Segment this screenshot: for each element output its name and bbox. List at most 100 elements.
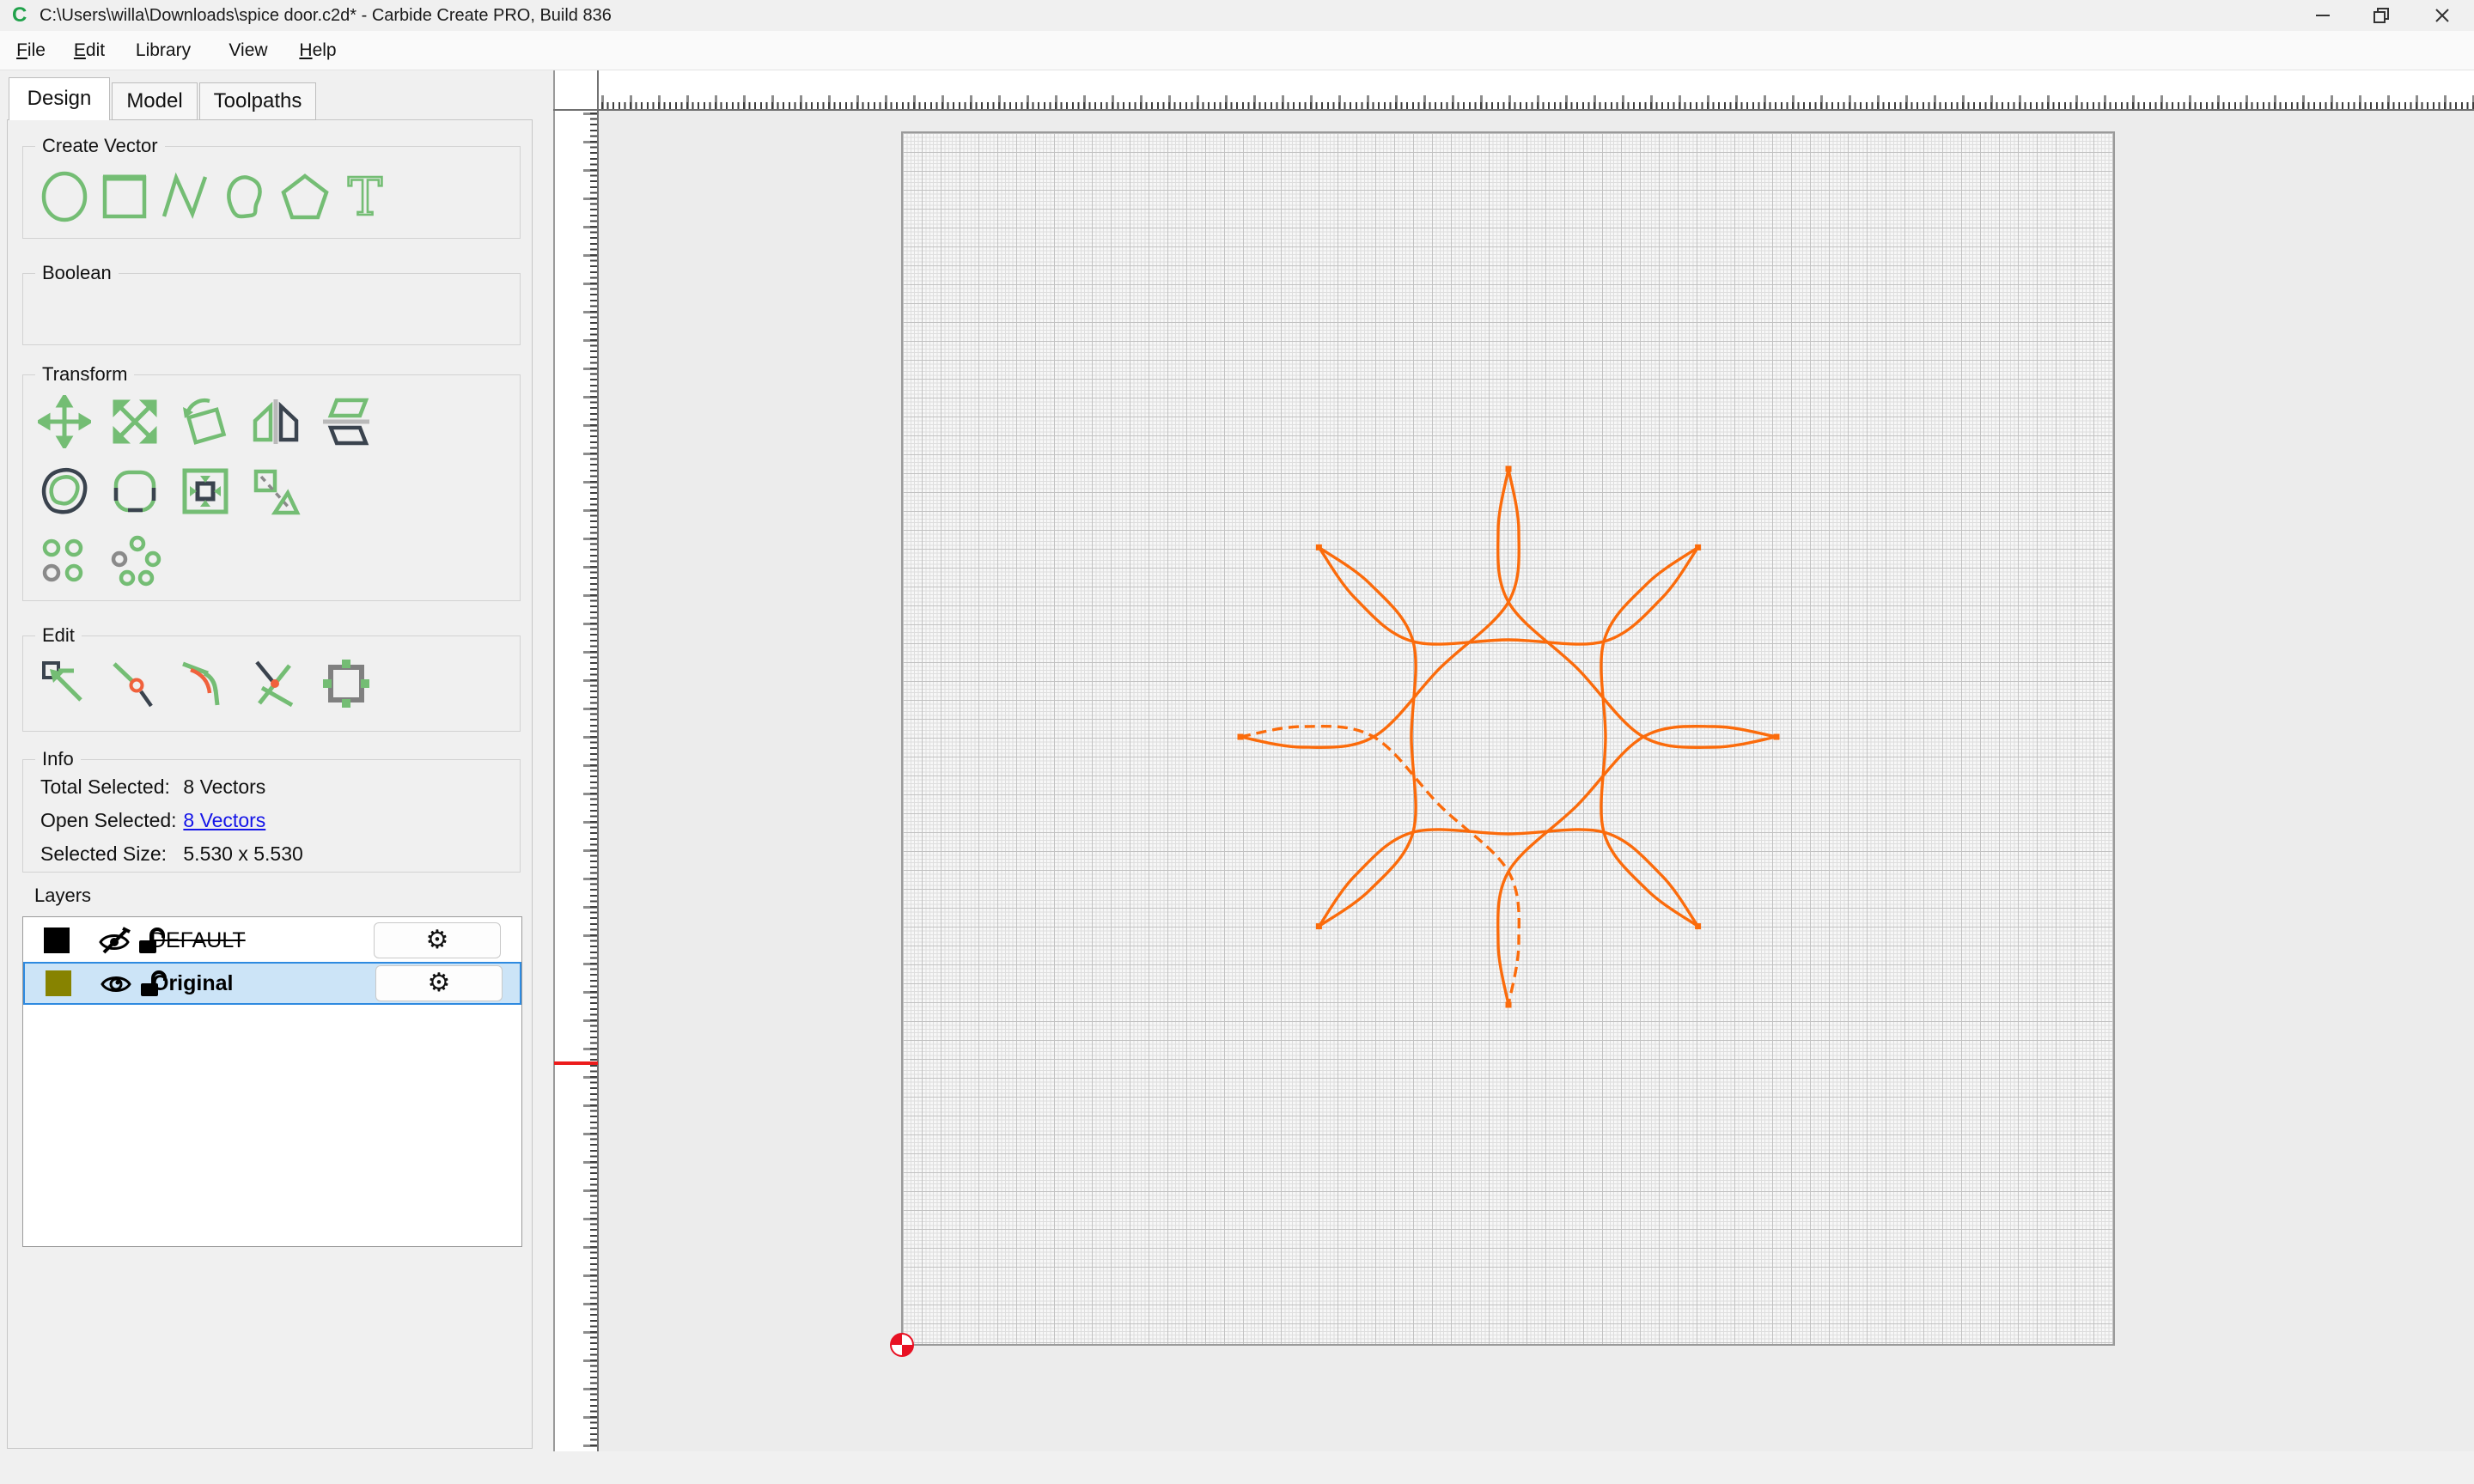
flip-vertical-tool-button[interactable]: [318, 393, 375, 450]
fillet-tool-button[interactable]: [107, 463, 163, 520]
edit-nodes-icon: [38, 657, 91, 710]
layer-row-default[interactable]: DEFAULT ⚙: [23, 919, 521, 962]
layer-list: DEFAULT ⚙ Original ⚙: [22, 916, 522, 1247]
layer-default-settings-button[interactable]: ⚙: [374, 922, 501, 958]
circle-icon: [38, 170, 91, 223]
design-drawing[interactable]: [599, 111, 2474, 1451]
selected-vector[interactable]: [1240, 469, 1519, 747]
rotate-icon: [179, 395, 232, 448]
circle-tool-button[interactable]: [36, 168, 93, 225]
layers-title: Layers: [34, 885, 91, 907]
vector-node[interactable]: [1774, 734, 1780, 740]
mirror-icon: [249, 395, 302, 448]
transform-tools-row2: [36, 463, 304, 520]
menu-view[interactable]: View: [227, 31, 270, 70]
rotate-tool-button[interactable]: [177, 393, 234, 450]
selected-vector[interactable]: [1319, 830, 1697, 927]
offset-tool-button[interactable]: [36, 463, 93, 520]
linear-array-tool-button[interactable]: [36, 532, 93, 588]
scale-inward-tool-button[interactable]: [177, 463, 234, 520]
selected-vector[interactable]: [1319, 547, 1697, 644]
layer-name-original[interactable]: Original: [152, 964, 233, 1003]
join-vectors-icon: [249, 657, 302, 710]
menu-bar: File Edit Library View Help: [0, 31, 2474, 70]
layer-original-settings-button[interactable]: ⚙: [375, 965, 503, 1001]
eye-off-icon[interactable]: [97, 927, 131, 954]
tab-model[interactable]: Model: [112, 82, 198, 120]
transform-tools-row3: [36, 532, 163, 588]
fillet-corner-tool-button[interactable]: [177, 655, 234, 712]
scale-tool-button[interactable]: [107, 393, 163, 450]
group-title-info: Info: [35, 748, 81, 770]
create-vector-tools: T: [36, 168, 393, 225]
project-tool-button[interactable]: [247, 463, 304, 520]
rectangle-tool-button[interactable]: [96, 168, 153, 225]
ruler-position-marker: [554, 1061, 598, 1065]
ruler-border-line: [553, 70, 555, 1451]
text-icon: T: [338, 170, 392, 223]
layer-color-swatch[interactable]: [44, 928, 70, 953]
group-info: Info Total Selected: 8 Vectors Open Sele…: [22, 759, 521, 873]
info-selected-size: Selected Size: 5.530 x 5.530: [40, 841, 303, 867]
layer-row-original[interactable]: Original ⚙: [23, 962, 521, 1005]
project-icon: [249, 465, 302, 518]
selected-vector[interactable]: [1319, 547, 1416, 926]
vector-node[interactable]: [1316, 544, 1322, 550]
gear-icon: ⚙: [428, 970, 451, 996]
menu-help[interactable]: Help: [297, 31, 338, 70]
move-tool-button[interactable]: [36, 393, 93, 450]
vector-node[interactable]: [1316, 923, 1322, 929]
vector-node[interactable]: [1506, 1002, 1512, 1008]
curve-icon: [218, 170, 271, 223]
resize-handles-tool-button[interactable]: [318, 655, 375, 712]
vector-node[interactable]: [1238, 734, 1244, 740]
info-open-selected-link[interactable]: 8 Vectors: [183, 809, 265, 831]
edit-nodes-tool-button[interactable]: [36, 655, 93, 712]
vector-node[interactable]: [1695, 544, 1701, 550]
selected-vector[interactable]: [1498, 727, 1776, 1005]
info-total-selected-value: 8 Vectors: [183, 775, 265, 798]
move-icon: [38, 395, 91, 448]
selected-vector[interactable]: [1498, 469, 1776, 747]
info-total-selected-label: Total Selected:: [40, 774, 178, 800]
origin-marker[interactable]: [891, 1334, 913, 1356]
minimize-button[interactable]: [2294, 0, 2351, 31]
text-tool-button[interactable]: T: [337, 168, 393, 225]
selected-vector[interactable]: [1601, 547, 1698, 926]
info-total-selected: Total Selected: 8 Vectors: [40, 774, 265, 800]
cut-vector-icon: [108, 657, 161, 710]
curve-tool-button[interactable]: [216, 168, 273, 225]
transform-tools-row1: [36, 393, 375, 450]
close-icon: [2434, 7, 2451, 24]
vector-node[interactable]: [1695, 923, 1701, 929]
window-title: C:\Users\willa\Downloads\spice door.c2d*…: [40, 0, 612, 31]
menu-edit[interactable]: Edit: [70, 31, 108, 70]
mirror-tool-button[interactable]: [247, 393, 304, 450]
vector-node[interactable]: [1506, 466, 1512, 472]
scale-inward-icon: [179, 465, 232, 518]
circular-array-icon: [108, 533, 161, 587]
resize-handles-icon: [320, 657, 373, 710]
group-title-create-vector: Create Vector: [35, 135, 165, 157]
menu-file[interactable]: File: [14, 31, 48, 70]
close-button[interactable]: [2414, 0, 2471, 31]
join-vectors-tool-button[interactable]: [247, 655, 304, 712]
cut-vector-tool-button[interactable]: [107, 655, 163, 712]
tab-design[interactable]: Design: [9, 77, 110, 120]
flip-vertical-icon: [320, 395, 373, 448]
selected-vector[interactable]: [1240, 727, 1519, 1005]
app-icon: C: [12, 3, 27, 27]
circular-array-tool-button[interactable]: [107, 532, 163, 588]
layer-color-swatch[interactable]: [46, 970, 71, 996]
menu-library[interactable]: Library: [132, 31, 194, 70]
info-open-selected-label: Open Selected:: [40, 807, 178, 833]
polygon-icon: [278, 170, 332, 223]
eye-icon[interactable]: [99, 970, 133, 998]
fillet-corner-icon: [179, 657, 232, 710]
tab-toolpaths[interactable]: Toolpaths: [199, 82, 316, 120]
polyline-tool-button[interactable]: [156, 168, 213, 225]
layer-name-default[interactable]: DEFAULT: [150, 919, 246, 962]
polygon-tool-button[interactable]: [277, 168, 333, 225]
restore-button[interactable]: [2353, 0, 2410, 31]
rectangle-icon: [98, 170, 151, 223]
